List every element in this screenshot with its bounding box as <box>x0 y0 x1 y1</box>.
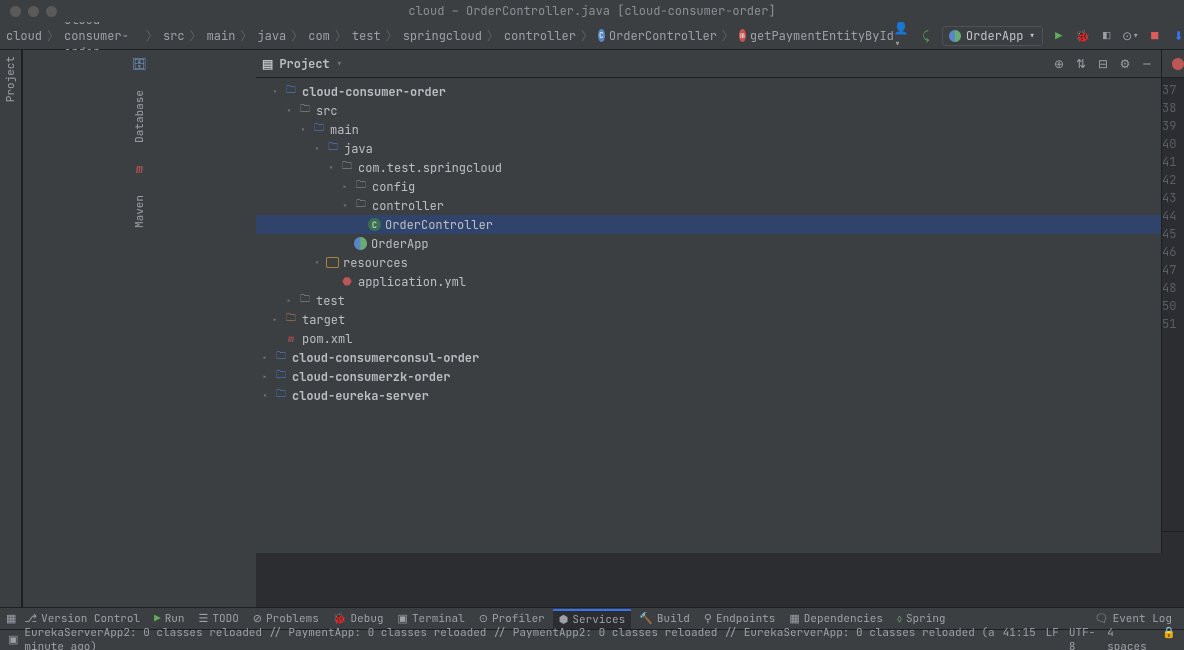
database-tool-button[interactable]: Database <box>133 90 147 143</box>
tree-node-ordercontroller[interactable]: OrderController <box>256 215 1161 234</box>
navigation-bar: cloud〉 cloud-consumer-order〉 src〉 main〉 … <box>0 22 1184 50</box>
tree-node-com-test-springcloud[interactable]: ▾com.test.springcloud <box>256 158 1161 177</box>
run-config-selector[interactable]: OrderApp▾ <box>942 26 1043 46</box>
tree-node-orderapp[interactable]: OrderApp <box>256 234 1161 253</box>
tree-node-cloud-consumerzk-order[interactable]: ▸cloud-consumerzk-order <box>256 367 1161 386</box>
status-message: EurekaServerApp2: 0 classes reloaded // … <box>24 626 1002 650</box>
run-config-icon <box>949 30 961 42</box>
tree-node-controller[interactable]: ▾controller <box>256 196 1161 215</box>
method-icon: m <box>739 29 746 42</box>
profile-button[interactable]: ⊙▾ <box>1123 28 1139 44</box>
tree-node-target[interactable]: ▸target <box>256 310 1161 329</box>
run-button[interactable]: ▶ <box>1051 28 1067 44</box>
debug-button[interactable]: 🐞 <box>1075 28 1091 44</box>
project-panel: ▤ Project ▾ ⊕ ⇅ ⊟ ⚙ — ▾cloud-consumer-orde… <box>256 50 1162 553</box>
title-bar: cloud – OrderController.java [cloud-cons… <box>0 0 1184 22</box>
hammer-icon: 🔨 <box>639 612 653 626</box>
terminal-icon: ▣ <box>398 612 408 626</box>
status-icon: ▣ <box>8 633 18 647</box>
problems-icon: ⊘ <box>253 612 262 626</box>
window-title: cloud – OrderController.java [cloud-cons… <box>0 3 1184 19</box>
select-opened-icon[interactable]: ⊕ <box>1051 56 1067 72</box>
play-icon: ▶ <box>154 612 161 626</box>
lock-icon[interactable]: 🔒 <box>1162 626 1176 650</box>
tree-node-cloud-consumerconsul-order[interactable]: ▸cloud-consumerconsul-order <box>256 348 1161 367</box>
right-tool-stripe: 🗄 Database m Maven <box>22 50 256 650</box>
line-sep[interactable]: LF <box>1046 626 1059 650</box>
coverage-button[interactable]: ◧ <box>1099 28 1115 44</box>
maven-tool-button[interactable]: Maven <box>133 195 147 228</box>
tw-icon[interactable]: ▦ <box>6 612 16 626</box>
tree-node-resources[interactable]: ▾resources <box>256 253 1161 272</box>
project-title: Project <box>279 56 329 72</box>
project-tree[interactable]: ▾cloud-consumer-order▾src▾main▾java▾com.… <box>256 78 1161 553</box>
project-tool-button[interactable]: Project <box>4 56 18 102</box>
tree-node-application-yml[interactable]: application.yml <box>256 272 1161 291</box>
main-toolbar: 👤▾ ⤹ OrderApp▾ ▶ 🐞 ◧ ⊙▾ ■ ⬇ 文A 🔍 ⚙ ⬢ <box>894 26 1184 46</box>
tree-node-main[interactable]: ▾main <box>256 120 1161 139</box>
gear-icon[interactable]: ⚙ <box>1117 56 1133 72</box>
chevron-down-icon[interactable]: ▾ <box>336 56 343 72</box>
tree-node-cloud-consumer-order[interactable]: ▾cloud-consumer-order <box>256 82 1161 101</box>
encoding[interactable]: UTF-8 <box>1069 626 1097 650</box>
database-tool-icon[interactable]: 🗄 <box>132 56 147 72</box>
left-tool-stripe: Project Bookmarks Structure <box>0 50 22 650</box>
project-view-icon: ▤ <box>262 56 273 72</box>
hide-icon[interactable]: — <box>1139 56 1155 72</box>
chevron-down-icon: ▾ <box>1029 28 1036 44</box>
todo-icon: ☰ <box>199 612 209 626</box>
line-numbers[interactable]: 3738394041424344454647485051 <box>1162 78 1184 531</box>
indent[interactable]: 4 spaces <box>1107 626 1152 650</box>
tree-node-pom-xml[interactable]: pom.xml <box>256 329 1161 348</box>
tree-node-test[interactable]: ▸test <box>256 291 1161 310</box>
collapse-icon[interactable]: ⊟ <box>1095 56 1111 72</box>
tree-node-cloud-eureka-server[interactable]: ▾cloud-eureka-server <box>256 386 1161 405</box>
event-log-icon: 🗨 <box>1095 612 1109 626</box>
editor-tabs[interactable]: application.yml✕OrderApp.java✕OrderContr… <box>1162 50 1184 78</box>
vcs-icon: ⎇ <box>24 612 37 626</box>
file-type-icon <box>1172 58 1184 70</box>
caret-position[interactable]: 41:15 <box>1003 626 1036 650</box>
tree-node-src[interactable]: ▾src <box>256 101 1161 120</box>
user-icon[interactable]: 👤▾ <box>894 28 910 44</box>
status-bar: ▣ EurekaServerApp2: 0 classes reloaded //… <box>0 629 1184 650</box>
services-icon: ⬢ <box>559 613 569 627</box>
endpoints-icon: ⚲ <box>704 612 712 626</box>
expand-all-icon[interactable]: ⇅ <box>1073 56 1089 72</box>
stop-button[interactable]: ■ <box>1147 28 1163 44</box>
tree-node-java[interactable]: ▾java <box>256 139 1161 158</box>
spring-icon: ⬨ <box>897 612 902 626</box>
class-icon: C <box>598 29 605 42</box>
build-icon[interactable]: ⤹ <box>918 28 934 44</box>
git-update-icon[interactable]: ⬇ <box>1171 28 1184 44</box>
profiler-icon: ⊙ <box>479 612 488 626</box>
deps-icon: ▦ <box>789 612 799 626</box>
tree-node-config[interactable]: ▸config <box>256 177 1161 196</box>
tab-application-yml[interactable]: application.yml✕ <box>1162 50 1184 77</box>
bug-icon: 🐞 <box>333 612 347 626</box>
maven-tool-icon[interactable]: m <box>136 161 143 177</box>
crumb-cloud[interactable]: cloud <box>6 28 42 44</box>
editor-area: application.yml✕OrderApp.java✕OrderContr… <box>1162 50 1184 553</box>
editor-breadcrumb[interactable]: OrderController〉getPaymentEntityById() <box>1162 531 1184 553</box>
